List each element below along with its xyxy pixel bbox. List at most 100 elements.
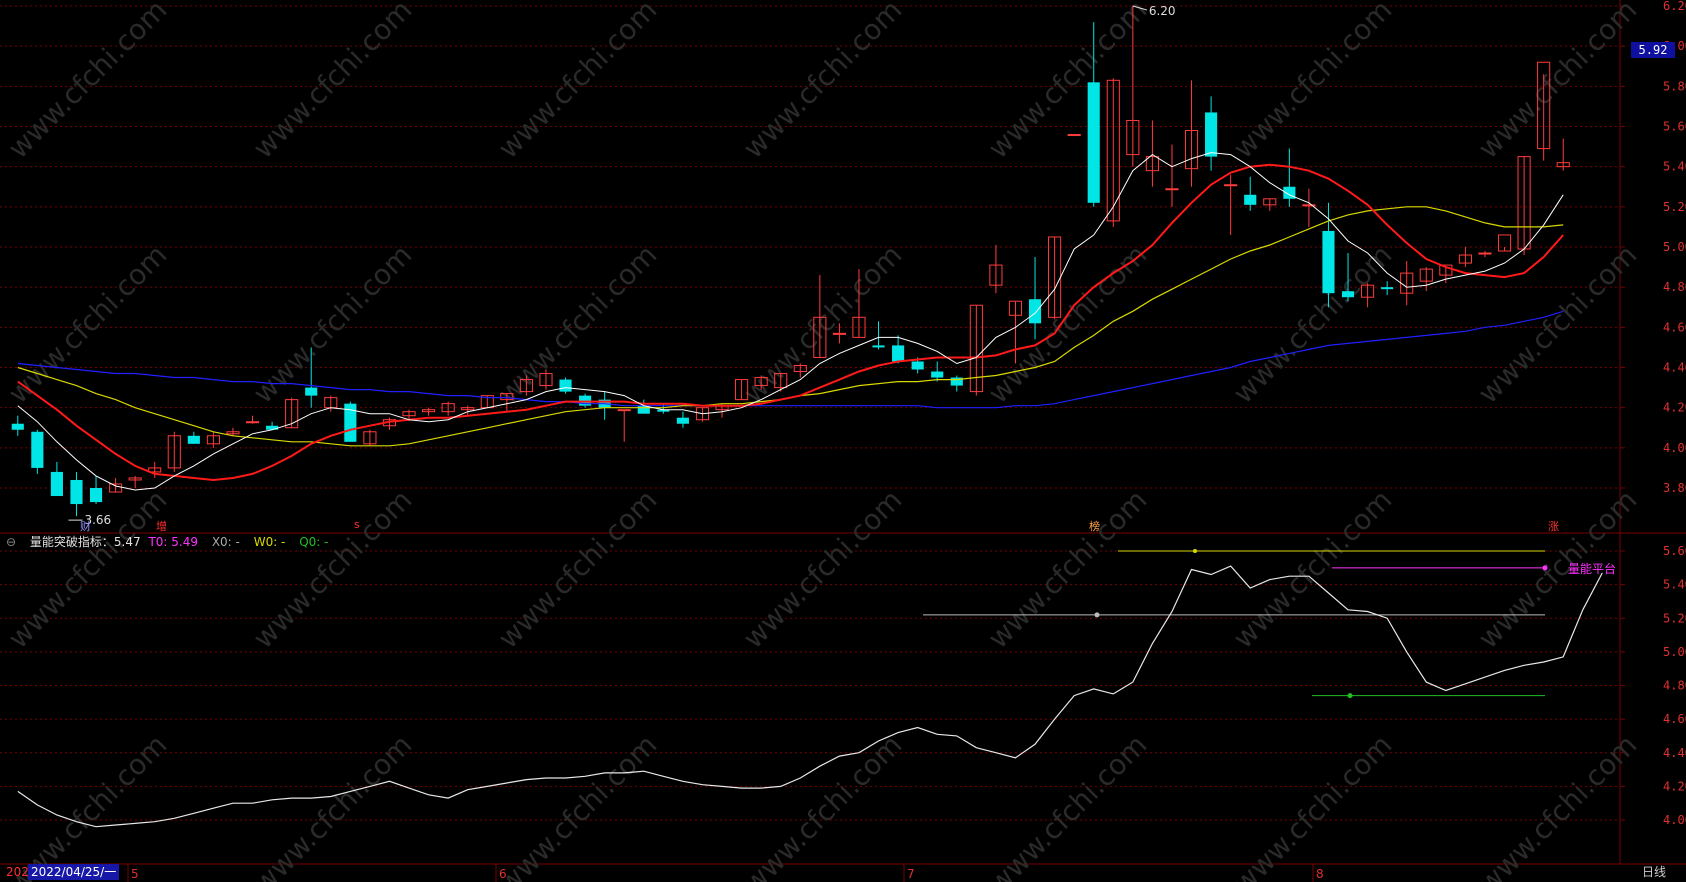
candle-body — [1028, 299, 1042, 324]
watermark-text: www.cfchi.com — [492, 483, 664, 655]
candle-body — [676, 417, 689, 424]
indicator-q0: Q0: - — [299, 535, 329, 549]
indicator-axis-label: 5.00 — [1663, 645, 1686, 659]
watermark-text: www.cfchi.com — [737, 0, 909, 165]
price-axis-label: 4.40 — [1663, 361, 1686, 375]
watermark-text: www.cfchi.com — [2, 0, 174, 165]
candle-body — [89, 488, 103, 503]
indicator-axis-label: 5.60 — [1663, 544, 1686, 558]
watermark-text: www.cfchi.com — [492, 238, 664, 410]
price-axis-label: 5.60 — [1663, 120, 1686, 134]
candle-body — [266, 425, 279, 430]
watermark-text: www.cfchi.com — [492, 0, 664, 165]
platform-level-label: 量能平台 — [1568, 561, 1616, 576]
candle-body — [11, 423, 24, 430]
candle-body — [1067, 134, 1081, 137]
cursor-date-box: 2022/04/25/一 — [28, 864, 120, 880]
candle-body — [931, 371, 944, 378]
price-axis-label: 4.20 — [1663, 401, 1686, 415]
candle-body — [1381, 287, 1394, 290]
event-tag-zeng[interactable]: 增 — [156, 518, 167, 534]
price-axis-label: 4.80 — [1663, 280, 1686, 294]
price-axis-label: 5.80 — [1663, 79, 1686, 93]
price-axis-label: 4.60 — [1663, 320, 1686, 334]
indicator-axis-label: 4.00 — [1663, 813, 1686, 827]
indicator-w0: W0: - — [253, 535, 286, 549]
month-label: 5 — [131, 867, 139, 881]
candle-body — [892, 345, 905, 362]
event-tag-cai[interactable]: 财 — [80, 518, 91, 534]
candle-body — [559, 379, 572, 392]
event-tag-zhang[interactable]: 涨 — [1548, 518, 1559, 534]
candle-body — [1322, 230, 1335, 294]
month-label: 6 — [499, 867, 507, 881]
indicator-collapse-icon[interactable]: ⊖ — [6, 535, 16, 549]
watermark-text: www.cfchi.com — [737, 238, 909, 410]
watermark-text: www.cfchi.com — [247, 728, 419, 882]
candle-body — [245, 421, 260, 424]
watermark-text: www.cfchi.com — [737, 728, 909, 882]
watermark-text: www.cfchi.com — [2, 483, 174, 655]
candle-body — [832, 332, 846, 335]
indicator-line — [17, 565, 1603, 828]
watermark-text: www.cfchi.com — [1472, 0, 1644, 165]
candle-body — [70, 479, 83, 505]
watermark-text: www.cfchi.com — [1227, 0, 1399, 165]
stock-chart[interactable]: 6.206.005.805.605.405.205.004.804.604.40… — [0, 0, 1686, 882]
candle-body — [1244, 194, 1257, 205]
month-label: 7 — [907, 867, 915, 881]
candle-body — [1087, 82, 1100, 203]
price-axis-label: 6.20 — [1663, 0, 1686, 13]
indicator-axis-label: 4.80 — [1663, 679, 1686, 693]
candle-body — [305, 387, 318, 396]
watermark-text: www.cfchi.com — [1227, 483, 1399, 655]
watermark-text: www.cfchi.com — [1472, 728, 1644, 882]
watermark-text: www.cfchi.com — [1227, 238, 1399, 410]
candle-body — [617, 409, 631, 412]
candle-body — [1341, 291, 1355, 298]
price-axis-label: 5.20 — [1663, 200, 1686, 214]
watermark-text: www.cfchi.com — [2, 728, 174, 882]
candle-body — [187, 435, 200, 444]
watermark-text: www.cfchi.com — [2, 238, 174, 410]
indicator-axis-label: 4.60 — [1663, 712, 1686, 726]
watermark-text: www.cfchi.com — [982, 483, 1154, 655]
event-tag-s[interactable]: s — [354, 518, 360, 531]
candle-body — [1224, 184, 1238, 187]
price-axis-label: 4.00 — [1663, 441, 1686, 455]
candle-body — [872, 345, 885, 348]
mid-level-dot — [1094, 612, 1100, 618]
candle-body — [911, 361, 924, 370]
indicator-name[interactable]: 量能突破指标：5.47 — [30, 535, 141, 549]
watermark-text: www.cfchi.com — [247, 483, 419, 655]
event-tag-bang[interactable]: 榜 — [1089, 518, 1100, 534]
upper-level-dot — [1193, 549, 1197, 553]
candle-body — [1205, 112, 1218, 157]
platform-level-dot — [1542, 565, 1548, 571]
lower-level-dot — [1347, 693, 1353, 699]
indicator-axis-label: 4.40 — [1663, 746, 1686, 760]
high-marker-label: 6.20 — [1149, 4, 1176, 18]
axis-start-label: 202 — [6, 865, 29, 879]
watermark-text: www.cfchi.com — [982, 728, 1154, 882]
watermark-text: www.cfchi.com — [1472, 238, 1644, 410]
indicator-axis-label: 5.20 — [1663, 611, 1686, 625]
price-axis-label: 3.80 — [1663, 481, 1686, 495]
price-axis-label: 5.00 — [1663, 240, 1686, 254]
watermark-text: www.cfchi.com — [1227, 728, 1399, 882]
watermark-text: www.cfchi.com — [982, 0, 1154, 165]
indicator-axis-label: 5.40 — [1663, 578, 1686, 592]
candle-body — [1478, 252, 1492, 255]
indicator-axis-label: 4.20 — [1663, 779, 1686, 793]
watermark-text: www.cfchi.com — [737, 483, 909, 655]
watermark-text: www.cfchi.com — [492, 728, 664, 882]
indicator-x0: X0: - — [211, 535, 240, 549]
watermark-text: www.cfchi.com — [247, 0, 419, 165]
indicator-header: ⊖ 量能突破指标：5.47 T0: 5.49 X0: - W0: - Q0: - — [6, 533, 339, 550]
current-price-badge: 5.92 — [1631, 42, 1675, 58]
month-label: 8 — [1316, 867, 1324, 881]
candle-body — [50, 471, 63, 497]
period-label[interactable]: 日线 — [1642, 864, 1666, 880]
watermark-text: www.cfchi.com — [1472, 483, 1644, 655]
indicator-t0: T0: 5.49 — [148, 535, 198, 549]
